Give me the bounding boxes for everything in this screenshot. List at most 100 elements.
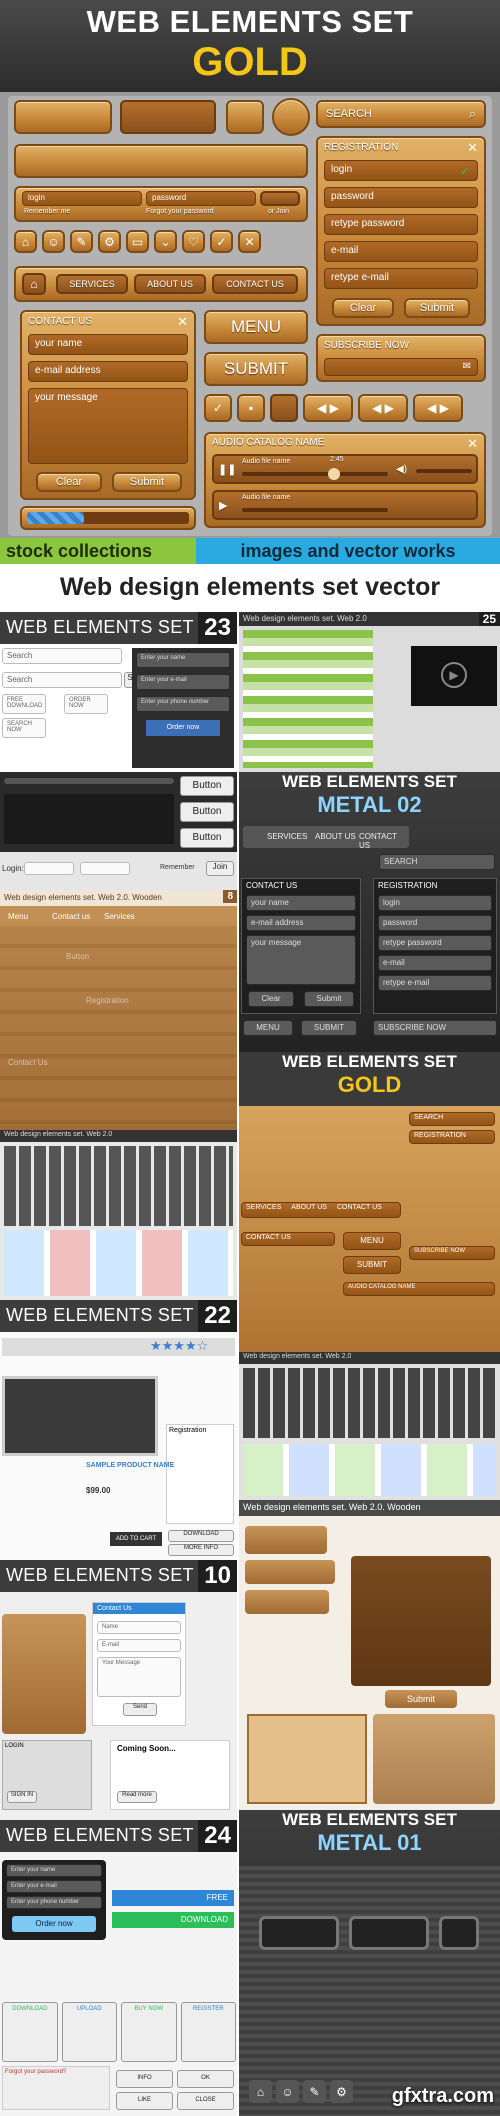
play-icon[interactable]: ▶ <box>441 662 467 688</box>
metal-button[interactable] <box>439 1916 479 1950</box>
phone-field[interactable]: Enter your phone number <box>136 696 230 712</box>
register-button[interactable]: REGISTER <box>180 2002 236 2062</box>
submit-button[interactable]: Submit <box>304 991 354 1007</box>
email-field[interactable]: Enter your e-mail <box>6 1880 102 1893</box>
like-button[interactable]: LIKE <box>116 2092 173 2110</box>
thumb-wooden-8[interactable]: Web design elements set. Web 2.0. Wooden… <box>0 890 237 1130</box>
nav-services[interactable]: SERVICES <box>267 832 307 841</box>
nav-contact[interactable]: CONTACT US <box>212 274 298 294</box>
reg-submit-button[interactable]: Submit <box>404 298 470 318</box>
thumb-set-10[interactable]: WEB ELEMENTS SET 10 Contact Us Name E-ma… <box>0 1560 237 1820</box>
forgot-link[interactable]: Forgot your password <box>146 208 214 215</box>
thumb-set-23[interactable]: WEB ELEMENTS SET 23 Search Search Search… <box>0 612 237 772</box>
search-input[interactable]: Search <box>2 648 122 664</box>
send-button[interactable]: Send <box>123 1703 157 1716</box>
login-button[interactable] <box>260 191 300 206</box>
order-button[interactable]: Order now <box>146 720 220 736</box>
reg-email[interactable]: e-mail <box>378 955 492 971</box>
thumb-web20-a[interactable]: Web design elements set. Web 2.0 <box>0 1130 237 1300</box>
phone-field[interactable]: Enter your phone number <box>6 1896 102 1909</box>
reg-email[interactable]: e-mail <box>324 241 478 262</box>
reg-password[interactable]: password <box>378 915 492 931</box>
thumb-gold[interactable]: WEB ELEMENTS SET GOLD SEARCH REGISTRATIO… <box>239 1052 500 1352</box>
contact-clear-button[interactable]: Clear <box>36 472 102 492</box>
heart-icon[interactable]: ♡ <box>182 230 205 253</box>
wood-services[interactable]: Services <box>104 912 135 921</box>
email-field[interactable]: Enter your e-mail <box>136 674 230 690</box>
nav-services[interactable]: SERVICES <box>56 274 128 294</box>
reg-login[interactable]: login ✓ <box>324 160 478 181</box>
remember-me[interactable]: Remember me <box>24 208 70 215</box>
nav-about[interactable]: ABOUT US <box>315 832 356 841</box>
thumb-web20-b[interactable]: Web design elements set. Web 2.0 <box>239 1352 500 1500</box>
add-to-cart-button[interactable]: ADD TO CART <box>110 1532 162 1546</box>
info-button[interactable]: INFO <box>116 2070 173 2088</box>
metal-button[interactable] <box>259 1916 339 1950</box>
checkbox-square[interactable]: ▪ <box>237 394 265 422</box>
pause-icon[interactable]: ❚❚ <box>218 463 236 476</box>
search-box[interactable]: SEARCH ⌕ <box>316 100 486 128</box>
square-button[interactable] <box>226 100 264 134</box>
menu-button[interactable]: MENU <box>243 1020 293 1036</box>
close-icon[interactable]: ✕ <box>177 314 188 330</box>
username-input[interactable] <box>24 862 74 875</box>
audio-thumb[interactable] <box>328 468 340 480</box>
nav-services[interactable]: SERVICES <box>246 1204 281 1216</box>
search-input[interactable]: SEARCH <box>326 108 372 120</box>
free-download-button[interactable]: FREE DOWNLOAD <box>2 694 46 714</box>
thumb-metal-01[interactable]: WEB ELEMENTS SET METAL 01 ⌂ ☺ ✎ ⚙ gfxtra… <box>239 1810 500 2116</box>
name-field[interactable]: your name <box>246 895 356 911</box>
arrow-left-right-icon[interactable]: ◀ ▶ <box>303 394 353 422</box>
search-input[interactable]: SEARCH <box>379 854 495 870</box>
chat-icon[interactable]: ▭ <box>126 230 149 253</box>
thumb-metal-02[interactable]: WEB ELEMENTS SET METAL 02 SERVICES ABOUT… <box>239 772 500 1052</box>
search-icon[interactable]: ⌕ <box>469 106 476 122</box>
user-icon[interactable]: ☺ <box>42 230 65 253</box>
name-field[interactable]: Enter your name <box>6 1864 102 1877</box>
ok-button[interactable]: OK <box>177 2070 234 2088</box>
contact-message[interactable]: your message <box>28 388 188 464</box>
checkbox-empty[interactable] <box>270 394 298 422</box>
subscribe-box[interactable]: SUBSCRIBE NOW <box>373 1020 497 1036</box>
home-icon[interactable]: ⌂ <box>249 2080 272 2103</box>
password-field[interactable]: password <box>146 191 256 206</box>
thumb-set-24[interactable]: WEB ELEMENTS SET 24 Enter your name Ente… <box>0 1820 237 2116</box>
upload-button[interactable]: UPLOAD <box>61 2002 117 2062</box>
user-icon[interactable]: ☺ <box>276 2080 299 2103</box>
download-button[interactable]: DOWNLOAD <box>2 2002 58 2062</box>
contact-name[interactable]: your name <box>28 334 188 355</box>
free-button[interactable]: FREE <box>112 1890 234 1906</box>
forgot-password[interactable]: Forgot your password? <box>2 2066 110 2110</box>
nav-about[interactable]: ABOUT US <box>291 1204 327 1216</box>
join-button[interactable]: Join <box>206 861 234 876</box>
arrow-left-right-icon[interactable]: ◀ ▶ <box>358 394 408 422</box>
generic-button[interactable]: Button <box>180 802 234 822</box>
read-more-button[interactable]: Read more <box>117 1791 157 1803</box>
audio-progress[interactable] <box>242 508 388 512</box>
close-icon[interactable]: ✕ <box>467 140 478 156</box>
reg-retype-password[interactable]: retype password <box>378 935 492 951</box>
video-player[interactable]: ▶ <box>411 646 497 706</box>
reg-retype-password[interactable]: retype password <box>324 214 478 235</box>
clear-button[interactable]: Clear <box>248 991 294 1007</box>
nav-about[interactable]: ABOUT US <box>134 274 206 294</box>
volume-slider[interactable] <box>416 469 472 473</box>
checkbox-checked[interactable]: ✓ <box>204 394 232 422</box>
close-icon[interactable]: ✕ <box>238 230 261 253</box>
round-button[interactable] <box>272 98 310 136</box>
submit-button[interactable]: SUBMIT <box>343 1256 401 1274</box>
wood-submit-button[interactable]: Submit <box>385 1690 457 1708</box>
home-icon[interactable]: ⌂ <box>14 230 37 253</box>
menu-button[interactable]: MENU <box>204 310 308 344</box>
search-input[interactable]: Search <box>2 672 122 688</box>
name-field[interactable]: Enter your name <box>136 652 230 668</box>
play-icon[interactable]: ▶ <box>219 499 227 512</box>
volume-icon[interactable]: ◀) <box>396 464 407 475</box>
search-input[interactable]: SEARCH <box>409 1112 495 1126</box>
thumb-set-25[interactable]: Web design elements set. Web 2.0 25 ▶ <box>239 612 500 772</box>
generic-button[interactable]: Button <box>180 776 234 796</box>
contact-email[interactable]: e-mail address <box>28 361 188 382</box>
download-button[interactable]: DOWNLOAD <box>112 1912 234 1928</box>
submit-button[interactable]: SUBMIT <box>301 1020 357 1036</box>
reg-clear-button[interactable]: Clear <box>332 298 394 318</box>
